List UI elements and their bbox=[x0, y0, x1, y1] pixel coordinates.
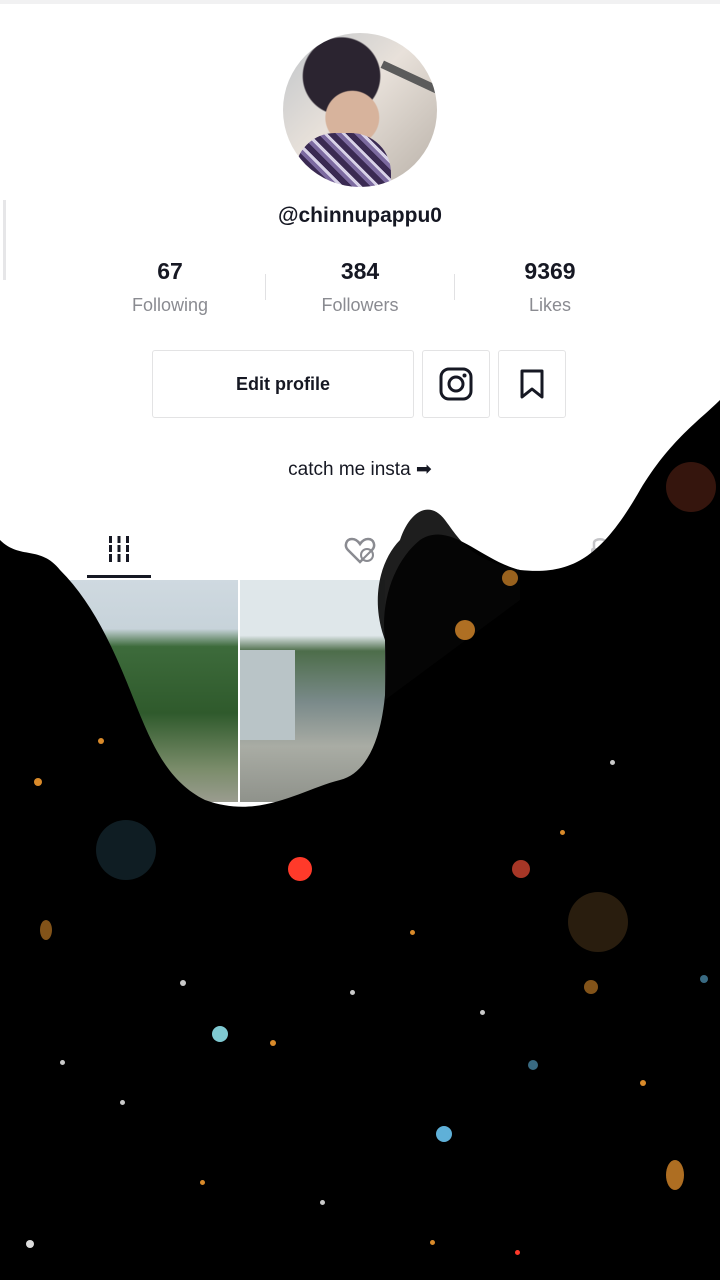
active-tab-indicator bbox=[87, 575, 151, 578]
bookmark-icon bbox=[520, 369, 544, 399]
tab-private[interactable] bbox=[580, 528, 620, 572]
edit-profile-button[interactable]: Edit profile bbox=[152, 350, 414, 418]
instagram-icon bbox=[439, 367, 473, 401]
username: @chinnupappu0 bbox=[278, 204, 442, 227]
bio-text: catch me insta ➡ bbox=[288, 459, 432, 480]
avatar[interactable] bbox=[283, 33, 437, 187]
video-thumbnail[interactable] bbox=[240, 580, 385, 802]
likes-count: 9369 bbox=[524, 258, 576, 284]
liked-hidden-icon bbox=[344, 537, 376, 564]
followers-label: Followers bbox=[321, 295, 399, 315]
tab-liked[interactable] bbox=[338, 528, 382, 572]
likes-label: Likes bbox=[528, 295, 572, 315]
stat-following[interactable]: 67 Following bbox=[75, 256, 265, 326]
tab-videos[interactable] bbox=[87, 520, 151, 578]
stat-followers[interactable]: 384 Followers bbox=[265, 256, 455, 326]
stat-likes[interactable]: 9369 Likes bbox=[455, 256, 645, 326]
grid-icon bbox=[107, 536, 131, 562]
status-divider bbox=[0, 0, 720, 4]
stat-divider bbox=[265, 274, 266, 300]
profile-stats: 67 Following 384 Followers 9369 Likes bbox=[75, 256, 645, 326]
favorites-button[interactable] bbox=[498, 350, 566, 418]
profile-tabs bbox=[0, 520, 720, 578]
instagram-button[interactable] bbox=[422, 350, 490, 418]
followers-count: 384 bbox=[340, 258, 380, 284]
lock-icon bbox=[591, 538, 609, 562]
following-count: 67 bbox=[157, 258, 183, 284]
following-label: Following bbox=[131, 295, 209, 315]
video-thumbnail[interactable] bbox=[28, 580, 238, 802]
stat-divider bbox=[454, 274, 455, 300]
